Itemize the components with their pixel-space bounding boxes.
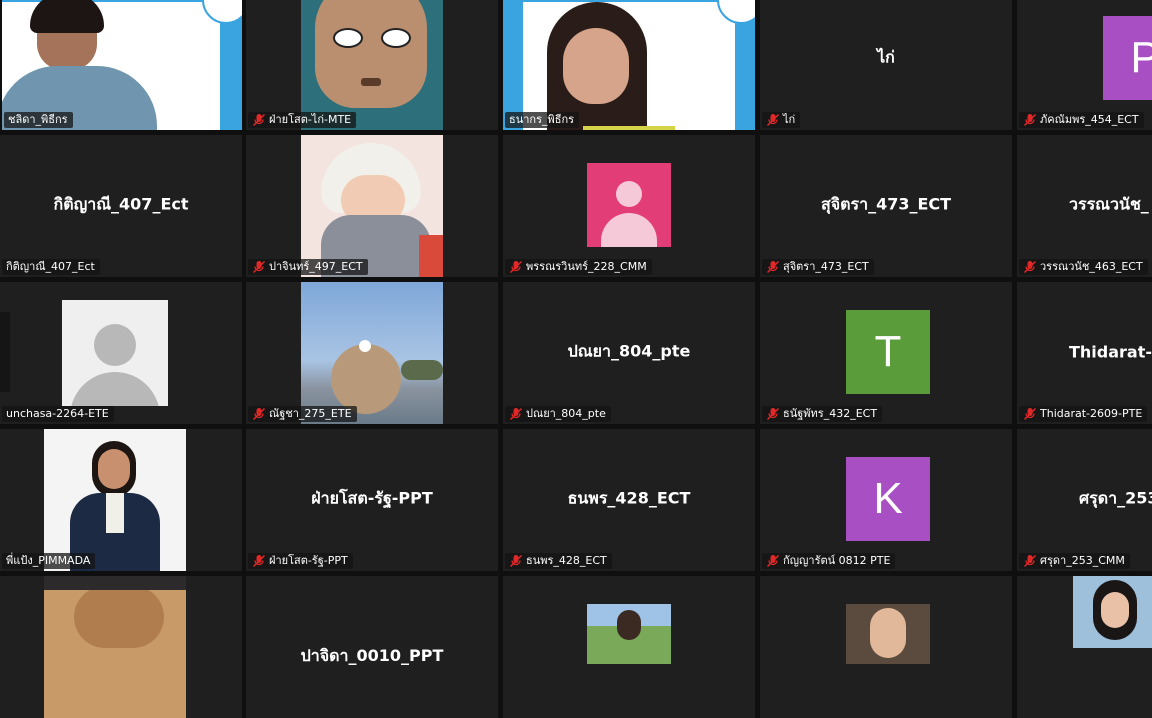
portrait-photo [587,604,671,664]
participant-display-name: ธนพร_428_ECT [567,488,691,508]
scroll-edge [0,312,10,392]
participant-name-label: ศรุดา_253_CMM [1019,553,1130,569]
mic-off-icon [766,260,780,274]
participant-name-label: สุจิตรา_473_ECT [762,259,874,275]
participant-name-label: ชลิดา_พิธีกร [4,112,73,128]
video-tile-20[interactable] [0,576,242,718]
participant-display-name: วรรณวนัช_ [1069,194,1149,214]
participant-name-label: ธนัฐพัทร_432_ECT [762,406,883,422]
default-user-avatar [587,163,671,247]
participant-name-label: ฝ่ายโสต-ไก่-MTE [248,112,357,128]
participant-display-name: ฝ่ายโสต-รัฐ-PPT [311,488,433,508]
mic-off-icon [1023,260,1037,274]
video-tile-22[interactable] [503,576,755,718]
portrait-photo [44,429,186,571]
mic-off-icon [1023,554,1037,568]
mic-off-icon [766,407,780,421]
participant-name-label: ภัคณัมพร_454_ECT [1019,112,1144,128]
video-tile-13[interactable]: T ธนัฐพัทร_432_ECT [760,282,1012,424]
participant-display-name: กิติญาณี_407_Ect [53,194,189,214]
participant-display-name: ศรุดา_253 [1079,488,1152,508]
mic-off-icon [252,554,266,568]
mic-off-icon [766,554,780,568]
mic-off-icon [252,113,266,127]
participant-name-label: กิติญาณี_407_Ect [2,259,100,275]
video-tile-11[interactable]: ณัฐชา_275_ETE [246,282,498,424]
participant-name-label: พี่แป้ง_PIMMADA [2,553,96,569]
letter-avatar: P [1103,16,1152,100]
video-tile-21[interactable]: ปาจิดา_0010_PPT [246,576,498,718]
participant-name-label: ณัฐชา_275_ETE [248,406,357,422]
video-tile-1[interactable]: ฝ่ายโสต-ไก่-MTE [246,0,498,130]
participant-name-label: ธนพร_428_ECT [505,553,612,569]
participant-display-name: ปณยา_804_pte [567,341,691,361]
video-tile-8[interactable]: สุจิตรา_473_ECT สุจิตรา_473_ECT [760,135,1012,277]
participant-video [503,0,755,130]
video-tile-19[interactable]: ศรุดา_253 ศรุดา_253_CMM [1017,429,1152,571]
video-tile-15[interactable]: พี่แป้ง_PIMMADA [0,429,242,571]
mic-off-icon [1023,113,1037,127]
anime-avatar-image [301,0,443,130]
video-tile-24[interactable] [1017,576,1152,718]
video-tile-9[interactable]: วรรณวนัช_ วรรณวนัช_463_ECT [1017,135,1152,277]
video-tile-10[interactable]: unchasa-2264-ETE [0,282,242,424]
mic-off-icon [252,407,266,421]
cat-photo [44,576,186,718]
video-tile-6[interactable]: ปาจินทร์_497_ECT [246,135,498,277]
video-tile-0[interactable]: ชลิดา_พิธีกร [2,0,242,130]
participant-display-name: สุจิตรา_473_ECT [820,194,952,214]
video-tile-18[interactable]: K กัญญารัตน์ 0812 PTE [760,429,1012,571]
mic-off-icon [509,407,523,421]
participant-name-label: กัญญารัตน์ 0812 PTE [762,553,896,569]
video-tile-7[interactable]: พรรณรวินทร์_228_CMM [503,135,755,277]
participant-name-label: ไก่ [762,112,801,128]
portrait-photo [846,604,930,664]
video-tile-16[interactable]: ฝ่ายโสต-รัฐ-PPT ฝ่ายโสต-รัฐ-PPT [246,429,498,571]
portrait-photo [1073,576,1152,648]
video-tile-17[interactable]: ธนพร_428_ECT ธนพร_428_ECT [503,429,755,571]
participant-name-label: ปณยา_804_pte [505,406,611,422]
participant-name-label: Thidarat-2609-PTE [1019,406,1148,422]
participant-name-label: ปาจินทร์_497_ECT [248,259,368,275]
video-tile-23[interactable] [760,576,1012,718]
participant-name-label: ธนากร_พิธีกร [505,112,580,128]
mic-off-icon [509,260,523,274]
mic-off-icon [509,554,523,568]
participant-display-name: Thidarat-2 [1069,342,1152,362]
anime-avatar-image [301,135,443,277]
mic-off-icon [766,113,780,127]
video-tile-2[interactable]: ธนากร_พิธีกร [503,0,755,130]
participant-name-label: ฝ่ายโสต-รัฐ-PPT [248,553,353,569]
video-tile-3[interactable]: ไก่ ไก่ [760,0,1012,130]
video-tile-4[interactable]: P ภัคณัมพร_454_ECT [1017,0,1152,130]
video-tile-5[interactable]: กิติญาณี_407_Ect กิติญาณี_407_Ect [0,135,242,277]
participant-name-label: unchasa-2264-ETE [2,406,114,422]
cat-photo [301,282,443,424]
participant-video [2,0,242,130]
letter-avatar: K [846,457,930,541]
letter-avatar: T [846,310,930,394]
participant-name-label: พรรณรวินทร์_228_CMM [505,259,652,275]
participant-display-name: ไก่ [877,47,895,67]
mic-off-icon [252,260,266,274]
default-user-avatar [62,300,168,406]
mic-off-icon [1023,407,1037,421]
participant-name-label: วรรณวนัช_463_ECT [1019,259,1148,275]
video-tile-12[interactable]: ปณยา_804_pte ปณยา_804_pte [503,282,755,424]
video-tile-14[interactable]: Thidarat-2 Thidarat-2609-PTE [1017,282,1152,424]
